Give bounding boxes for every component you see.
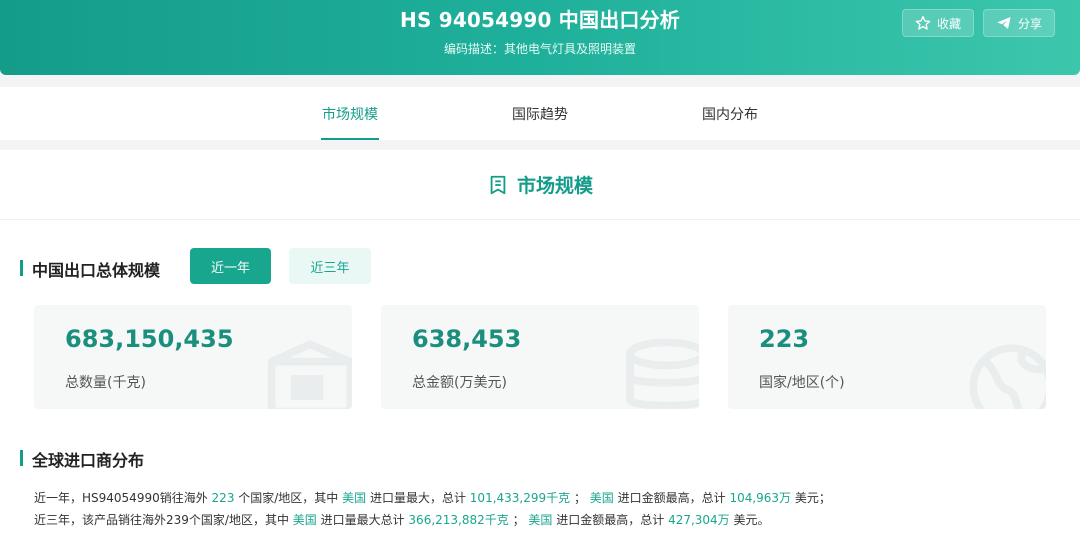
importers-summary-last-year: 近一年，HS94054990销往海外 223 个国家/地区，其中 美国 进口量最…	[34, 491, 831, 505]
country-count-value: 223	[759, 325, 810, 353]
coins-icon	[626, 338, 699, 409]
main-panel: 市场规模 中国出口总体规模 近一年 近三年 683,150,435 总数量(千克…	[0, 150, 1080, 541]
import-quantity-value: 101,433,299千克	[469, 491, 571, 505]
country-count-card: 223 国家/地区(个)	[728, 305, 1046, 409]
share-button[interactable]: 分享	[983, 9, 1055, 37]
tab-bar: 市场规模 国际趋势 国内分布	[0, 87, 1080, 140]
box-icon	[267, 340, 352, 409]
country-link-usa[interactable]: 美国	[342, 491, 366, 505]
tab-domestic-distribution[interactable]: 国内分布	[700, 87, 760, 140]
total-amount-value: 638,453	[412, 325, 522, 353]
period-last-three-years-button[interactable]: 近三年	[289, 248, 371, 284]
section-header: 市场规模	[0, 150, 1080, 220]
globe-icon	[969, 344, 1046, 409]
total-quantity-label: 总数量(千克)	[65, 375, 146, 391]
tab-market-size[interactable]: 市场规模	[321, 87, 379, 140]
importers-summary-three-years: 近三年，该产品销往海外239个国家/地区，其中 美国 进口量最大总计 366,2…	[34, 513, 770, 527]
importers-title: 全球进口商分布	[20, 447, 144, 471]
country-link-usa[interactable]: 美国	[590, 491, 614, 505]
country-count-label: 国家/地区(个)	[759, 375, 845, 391]
country-link-usa[interactable]: 美国	[293, 513, 317, 527]
document-icon	[490, 175, 506, 194]
import-amount-value: 104,963万	[729, 491, 792, 505]
favorite-label: 收藏	[936, 16, 961, 31]
tab-international-trend[interactable]: 国际趋势	[510, 87, 570, 140]
country-link-usa[interactable]: 美国	[528, 513, 552, 527]
section-title: 市场规模	[516, 175, 593, 197]
code-description: 编码描述：其他电气灯具及照明装置	[443, 42, 636, 56]
total-amount-label: 总金额(万美元)	[412, 375, 507, 391]
star-icon	[915, 16, 931, 30]
import-amount-value: 427,304万	[668, 513, 730, 527]
paper-plane-icon	[997, 17, 1011, 29]
period-last-year-button[interactable]: 近一年	[190, 248, 271, 284]
total-amount-card: 638,453 总金额(万美元)	[381, 305, 699, 409]
page-header: HS 94054990 中国出口分析 编码描述：其他电气灯具及照明装置 收藏 分…	[0, 0, 1080, 75]
import-quantity-value: 366,213,882千克	[408, 513, 509, 527]
country-count-link: 223	[211, 491, 235, 505]
total-quantity-value: 683,150,435	[65, 325, 234, 353]
overview-title: 中国出口总体规模	[20, 257, 160, 281]
share-label: 分享	[1017, 16, 1042, 31]
total-quantity-card: 683,150,435 总数量(千克)	[34, 305, 352, 409]
favorite-button[interactable]: 收藏	[902, 9, 974, 37]
